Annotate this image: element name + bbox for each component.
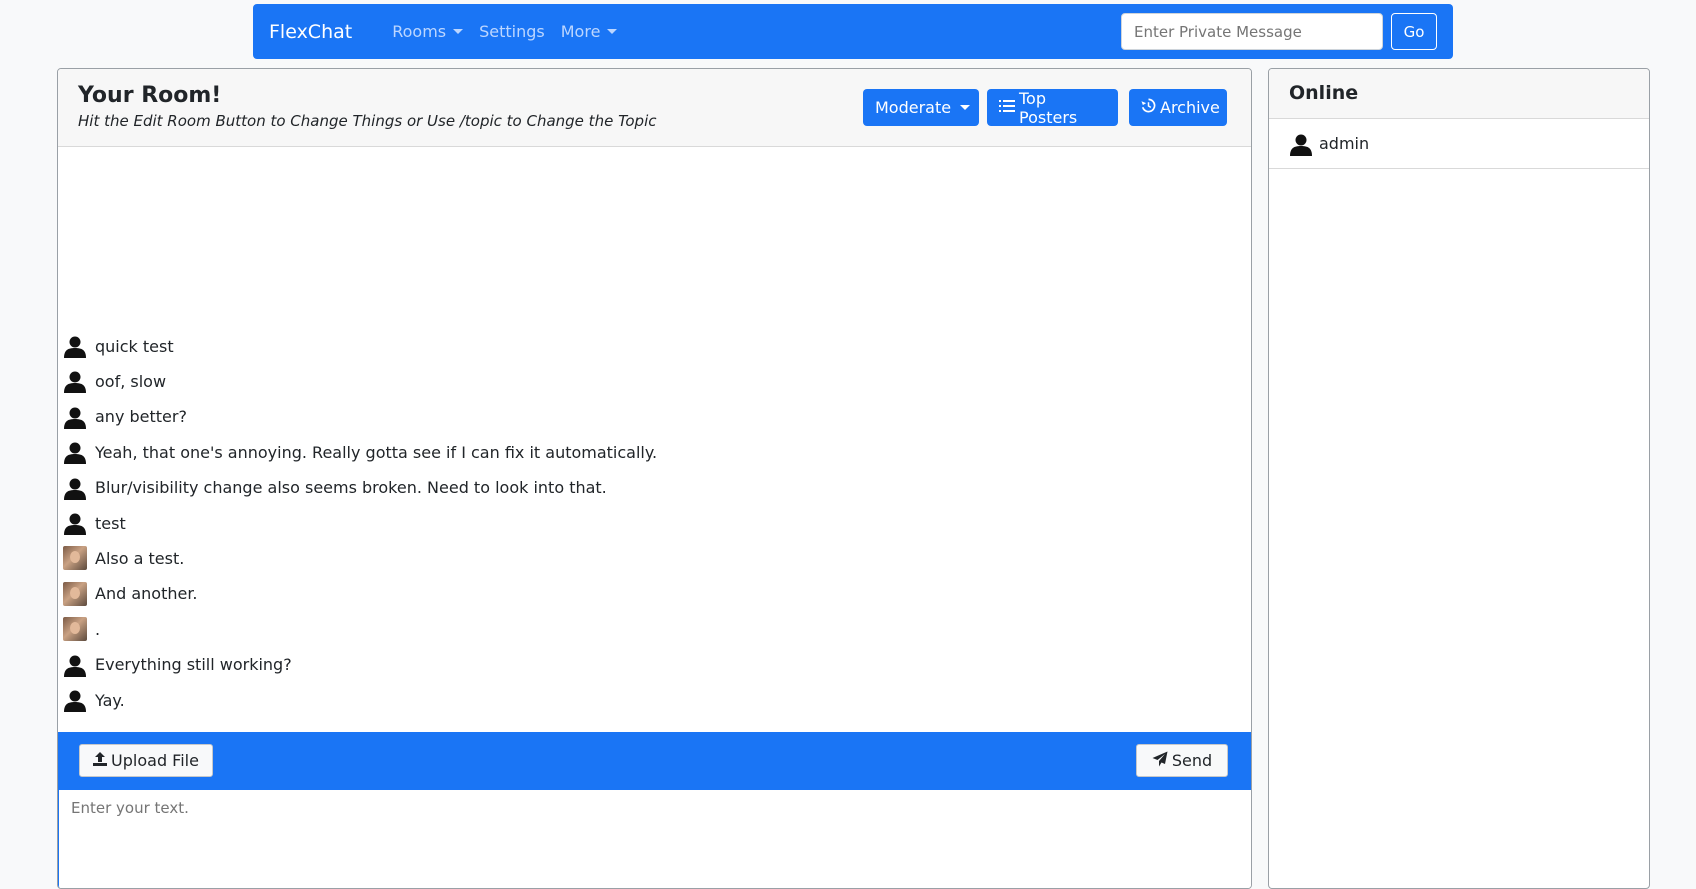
moderate-dropdown-button[interactable]: Moderate [863, 89, 979, 126]
send-label: Send [1171, 751, 1213, 770]
message-text: oof, slow [95, 371, 167, 391]
online-users-panel: Online admin [1268, 68, 1650, 889]
photo-avatar [63, 546, 87, 571]
upload-file-button[interactable]: Upload File [79, 744, 213, 777]
user-icon [63, 440, 87, 465]
send-button[interactable]: Send [1136, 744, 1228, 777]
user-icon [63, 405, 87, 429]
archive-label: Archive [1160, 98, 1220, 117]
message-item: Everything still working? [63, 652, 292, 678]
paper-plane-icon [1152, 751, 1168, 771]
message-item: And another. [63, 581, 198, 607]
list-icon [999, 98, 1015, 117]
nav-more-label: More [560, 22, 601, 41]
online-user-name: admin [1319, 134, 1370, 153]
message-text: Also a test. [95, 548, 185, 568]
message-textarea[interactable] [58, 789, 1251, 888]
caret-down-icon [453, 29, 464, 34]
message-item: oof, slow [63, 368, 166, 394]
message-item: . [63, 616, 100, 642]
caret-down-icon [607, 29, 618, 34]
archive-button[interactable]: Archive [1129, 89, 1227, 126]
online-user-item[interactable]: admin [1269, 119, 1649, 169]
top-posters-label: Top Posters [1019, 88, 1078, 127]
user-icon [63, 369, 87, 394]
message-text: Blur/visibility change also seems broken… [95, 478, 607, 498]
message-text: any better? [95, 407, 187, 427]
message-text: test [95, 513, 126, 533]
user-icon [63, 511, 87, 535]
message-item: any better? [63, 404, 187, 430]
user-icon [1289, 132, 1313, 156]
message-text: Everything still working? [95, 655, 292, 675]
message-item: Yay. [63, 687, 125, 713]
nav-rooms-label: Rooms [392, 22, 447, 41]
message-item: Blur/visibility change also seems broken… [63, 475, 607, 501]
nav-settings-link[interactable]: Settings [479, 22, 545, 41]
nav-settings-label: Settings [479, 22, 545, 41]
photo-avatar [63, 617, 87, 642]
caret-down-icon [960, 105, 971, 110]
message-text: Yeah, that one's annoying. Really gotta … [95, 442, 658, 462]
history-icon [1141, 98, 1156, 117]
message-item: Also a test. [63, 545, 184, 571]
nav-rooms-dropdown[interactable]: Rooms [392, 22, 464, 41]
compose-toolbar: Upload File Send [58, 732, 1251, 789]
private-message-input[interactable] [1121, 13, 1383, 50]
user-icon [63, 476, 87, 500]
user-icon [63, 334, 87, 358]
upload-icon [93, 751, 108, 770]
chat-panel: Your Room! Hit the Edit Room Button to C… [57, 68, 1252, 889]
upload-file-label: Upload File [111, 751, 199, 770]
message-item: Yeah, that one's annoying. Really gotta … [63, 439, 657, 465]
message-text: And another. [95, 584, 198, 604]
message-text: quick test [95, 336, 174, 356]
message-item: quick test [63, 333, 174, 359]
chat-header: Your Room! Hit the Edit Room Button to C… [58, 69, 1251, 147]
user-icon [63, 688, 87, 712]
moderate-label: Moderate [875, 98, 952, 117]
message-text: . [95, 619, 101, 639]
user-icon [63, 653, 87, 677]
photo-avatar [63, 581, 87, 606]
nav-more-dropdown[interactable]: More [561, 22, 618, 41]
top-navbar: FlexChat Rooms Settings More Go [253, 4, 1453, 59]
go-button[interactable]: Go [1391, 13, 1437, 50]
brand-logo[interactable]: FlexChat [269, 21, 352, 43]
online-header: Online [1269, 69, 1649, 119]
top-posters-button[interactable]: Top Posters [987, 88, 1118, 127]
message-item: test [63, 510, 126, 536]
message-text: Yay. [95, 690, 125, 710]
